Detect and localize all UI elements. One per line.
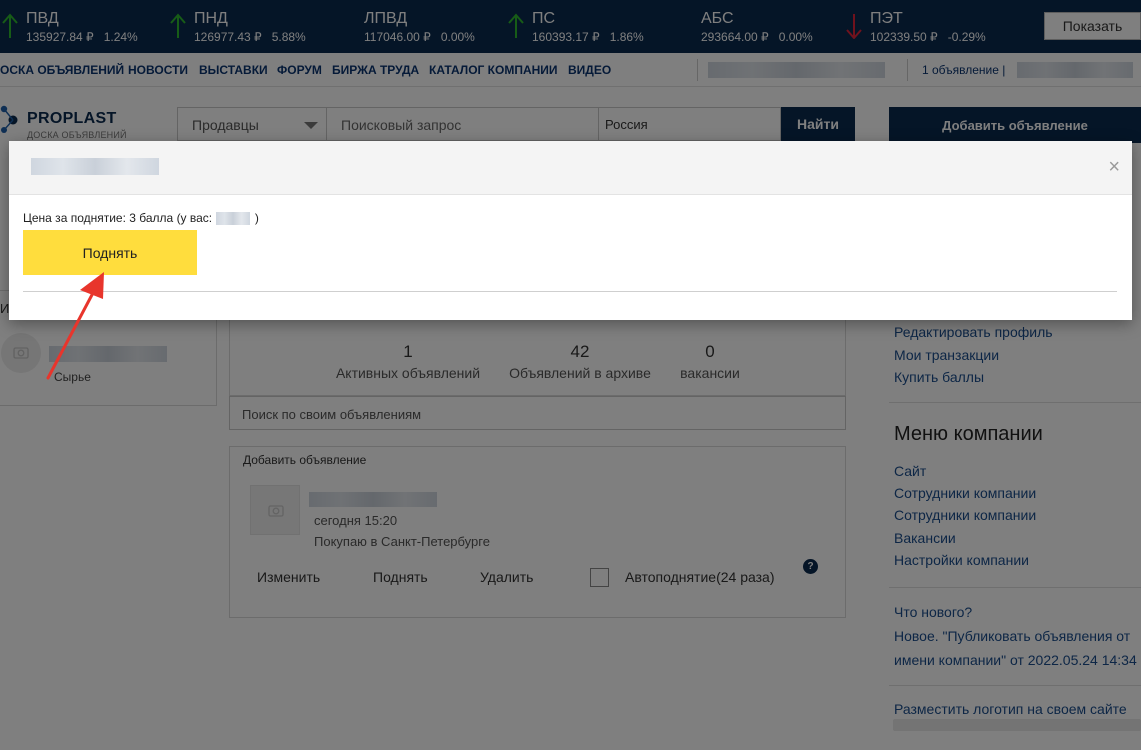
close-icon[interactable]: × bbox=[1108, 157, 1120, 177]
dialog-header: × bbox=[9, 141, 1132, 195]
price-label: Цена за поднятие: 3 балла (у вас: bbox=[23, 211, 213, 225]
raise-ad-dialog: × Цена за поднятие: 3 балла (у вас: ) По… bbox=[9, 141, 1132, 320]
divider bbox=[23, 291, 1117, 292]
raise-button[interactable]: Поднять bbox=[23, 230, 197, 275]
dialog-title-redacted bbox=[31, 158, 159, 175]
points-balance-redacted bbox=[216, 212, 251, 226]
raise-price-text: Цена за поднятие: 3 балла (у вас: ) bbox=[23, 211, 259, 226]
price-suffix: ) bbox=[254, 211, 259, 225]
modal-overlay[interactable] bbox=[0, 0, 1141, 750]
